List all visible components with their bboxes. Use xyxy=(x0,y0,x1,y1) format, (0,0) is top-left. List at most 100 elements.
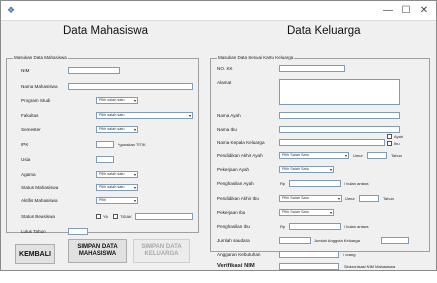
usia-label: Usia xyxy=(21,157,31,162)
jumlah-anggota-input[interactable] xyxy=(381,237,409,244)
prodi-select[interactable]: Pilih salah satu ▾ xyxy=(96,97,138,104)
pekerjaan-ibu-select[interactable]: Pilih Salah Satu ▾ xyxy=(279,209,334,216)
verifikasi-nim-label: Verifikasi NIM xyxy=(217,263,255,269)
pendidikan-ayah-value: Pilih Salah Satu xyxy=(282,153,309,157)
chevron-down-icon: ▾ xyxy=(329,210,332,215)
pekerjaan-ibu-label: Pekerjaan Ibu xyxy=(217,210,246,215)
beasiswa-ya-checkbox[interactable] xyxy=(96,214,101,219)
agama-select[interactable]: Pilih salah satu ▾ xyxy=(96,171,138,178)
semester-select[interactable]: Pilih salah satu ▾ xyxy=(96,126,138,133)
keluarga-group-legend: Masukan Data Sesuai Kartu Keluarga xyxy=(217,54,295,62)
alamat-input[interactable] xyxy=(279,79,400,105)
jumlah-anggota-label: Jumlah Anggota Keluarga xyxy=(314,238,360,243)
ipk-input[interactable] xyxy=(96,141,114,148)
kepala-ibu-label: Ibu xyxy=(394,141,400,146)
status-mahasiswa-label: Status Mahasiswa xyxy=(21,185,59,190)
per-bulan-ibu-label: / bulan antara xyxy=(344,224,369,229)
pendidikan-ayah-label: Pendidikan Akhir Ayah xyxy=(217,153,263,158)
semester-label: Semester xyxy=(21,127,41,132)
ipk-hint: *gunakan TITIK xyxy=(118,142,146,147)
close-button[interactable]: ✕ xyxy=(416,3,432,18)
maximize-button[interactable]: ☐ xyxy=(398,3,414,18)
umur-ayah-label: Umur xyxy=(353,153,363,158)
aktifis-select[interactable]: Pilih ▾ xyxy=(96,197,138,204)
pendidikan-ibu-select[interactable]: Pilih Salah Satu ▾ xyxy=(279,195,342,202)
aktifis-label: Aktifis Mahasiswa xyxy=(21,198,58,203)
umur-ibu-label: Umur xyxy=(345,196,355,201)
chevron-down-icon: ▾ xyxy=(133,185,136,190)
jumlah-saudara-input[interactable] xyxy=(279,237,311,244)
pekerjaan-ayah-select[interactable]: Pilih Salah Satu ▾ xyxy=(279,166,334,173)
tahun-ayah-label: Tahun xyxy=(391,153,402,158)
verifikasi-hint: Sinkronisasi NIM Mahasiswa xyxy=(344,264,396,269)
kepala-ayah-checkbox[interactable] xyxy=(387,134,392,139)
agama-value: Pilih salah satu xyxy=(99,172,125,176)
beasiswa-tidak-label: TIDAK xyxy=(120,214,132,219)
pendidikan-ayah-select[interactable]: Pilih Salah Satu ▾ xyxy=(279,152,349,159)
lulus-tahun-input[interactable] xyxy=(68,228,88,235)
no-kk-label: NO. KK xyxy=(217,66,233,71)
anggaran-input[interactable] xyxy=(279,251,339,258)
kembali-button[interactable]: KEMBALI xyxy=(15,244,55,264)
kepala-keluarga-label: Nama Kepala Keluarga xyxy=(217,140,265,145)
nama-mahasiswa-label: Nama Mahasiswa xyxy=(21,84,58,89)
pendidikan-ibu-value: Pilih Salah Satu xyxy=(282,196,309,200)
chevron-down-icon: ▾ xyxy=(133,127,136,132)
nama-ibu-input[interactable] xyxy=(279,126,400,133)
nim-input[interactable] xyxy=(68,67,120,74)
app-window: ❖ — ☐ ✕ Data Mahasiswa Masukan Data Maha… xyxy=(0,0,437,271)
umur-ibu-input[interactable] xyxy=(359,195,379,202)
beasiswa-label: Status Beasiswa xyxy=(21,214,55,219)
umur-ayah-input[interactable] xyxy=(367,152,387,159)
kepala-keluarga-input[interactable] xyxy=(279,139,385,146)
chevron-down-icon: ▾ xyxy=(329,167,332,172)
pekerjaan-ibu-value: Pilih Salah Satu xyxy=(282,210,309,214)
keluarga-title: Data Keluarga xyxy=(287,25,361,37)
usia-input[interactable] xyxy=(96,156,114,163)
rp-ibu-label: Rp xyxy=(280,224,286,229)
beasiswa-tidak-checkbox[interactable] xyxy=(113,214,118,219)
status-mahasiswa-select[interactable]: Pilih salah satu ▾ xyxy=(96,184,138,191)
per-bulan-ayah-label: / bulan antara xyxy=(344,181,369,186)
verifikasi-nim-input[interactable] xyxy=(279,263,339,270)
nama-mahasiswa-input[interactable] xyxy=(68,83,193,90)
penghasilan-ibu-label: Penghasilan Ibu xyxy=(217,224,250,229)
chevron-down-icon: ▾ xyxy=(188,113,191,118)
no-kk-input[interactable] xyxy=(279,65,345,72)
nim-label: NIM xyxy=(21,68,30,73)
chevron-down-icon: ▾ xyxy=(344,153,347,158)
app-icon: ❖ xyxy=(7,5,16,15)
pekerjaan-ayah-label: Pekerjaan Ayah xyxy=(217,167,250,172)
penghasilan-ayah-label: Penghasilan Ayah xyxy=(217,181,254,186)
rp-ayah-label: Rp xyxy=(280,181,286,186)
alamat-label: Alamat xyxy=(217,80,232,85)
nama-ibu-label: Nama Ibu xyxy=(217,127,237,132)
fakultas-value: Pilih salah satu xyxy=(99,113,125,117)
prodi-label: Program Studi xyxy=(21,98,51,103)
penghasilan-ibu-input[interactable] xyxy=(289,223,341,230)
penghasilan-ayah-input[interactable] xyxy=(289,180,341,187)
nama-ayah-input[interactable] xyxy=(279,112,400,119)
minimize-button[interactable]: — xyxy=(380,3,396,18)
tahun-ibu-label: Tahun xyxy=(383,196,394,201)
aktifis-value: Pilih xyxy=(99,198,107,202)
status-mahasiswa-value: Pilih salah satu xyxy=(99,185,125,189)
simpan-keluarga-button[interactable]: SIMPAN DATA KELUARGA xyxy=(133,239,190,263)
prodi-value: Pilih salah satu xyxy=(99,98,125,102)
agama-label: Agama xyxy=(21,172,36,177)
simpan-mahasiswa-button[interactable]: SIMPAN DATA MAHASISWA xyxy=(68,239,127,263)
fakultas-label: Fakultas xyxy=(21,113,39,118)
beasiswa-ya-label: YA xyxy=(103,214,109,219)
kepala-ayah-label: Ayah xyxy=(394,134,404,139)
mahasiswa-group-legend: Masukan Data Mahasiswa xyxy=(13,54,68,62)
anggaran-label: Anggaran Kebutuhan xyxy=(217,252,261,257)
jumlah-saudara-label: Jumlah saudara xyxy=(217,238,250,243)
title-bar: ❖ — ☐ ✕ xyxy=(1,1,436,21)
fakultas-select[interactable]: Pilih salah satu ▾ xyxy=(96,112,193,119)
pekerjaan-ayah-value: Pilih Salah Satu xyxy=(282,167,309,171)
chevron-down-icon: ▾ xyxy=(133,172,136,177)
kepala-ibu-checkbox[interactable] xyxy=(387,141,392,146)
beasiswa-detail-input[interactable] xyxy=(135,213,193,220)
nama-ayah-label: Nama Ayah xyxy=(217,113,241,118)
ipk-label: IPK xyxy=(21,142,29,147)
